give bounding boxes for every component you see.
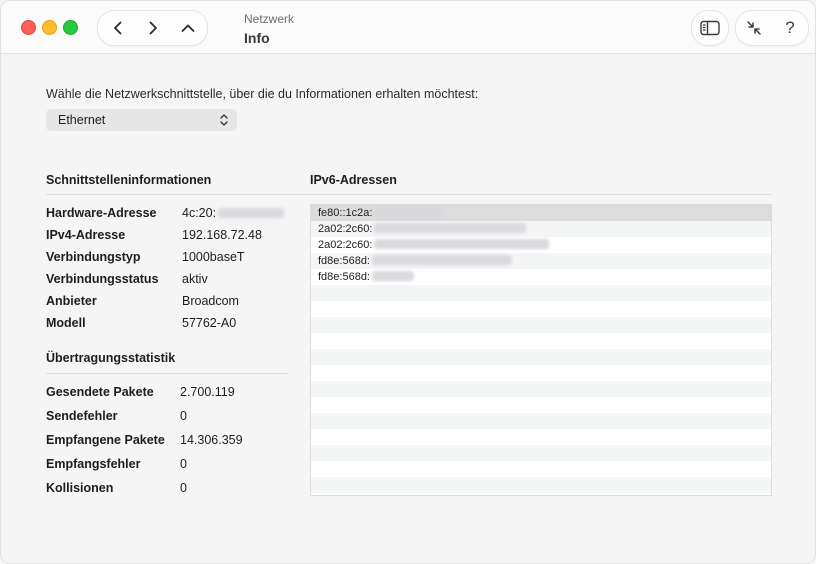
stats-label: Empfangene Pakete <box>46 433 165 447</box>
ipv6-address-row[interactable]: fe80::1c2a: <box>311 205 771 221</box>
interface-select-value: Ethernet <box>58 113 106 127</box>
info-label: Modell <box>46 316 86 330</box>
chevron-right-icon <box>149 21 157 35</box>
minimize-window-button[interactable] <box>42 20 57 35</box>
ipv6-address-row[interactable]: 2a02:2c60: <box>311 221 771 237</box>
interface-prompt: Wähle die Netzwerkschnittstelle, über di… <box>46 87 479 101</box>
back-button[interactable] <box>100 11 136 45</box>
ipv6-address-row[interactable]: fd8e:568d: <box>311 253 771 269</box>
window-title-area: Netzwerk Info <box>244 12 294 47</box>
navigation-button-group <box>97 10 208 46</box>
empty-list-row <box>311 429 771 445</box>
close-window-button[interactable] <box>21 20 36 35</box>
empty-list-row <box>311 461 771 477</box>
interface-select[interactable]: Ethernet <box>46 109 237 131</box>
help-button[interactable]: ? <box>772 11 808 45</box>
empty-list-row <box>311 349 771 365</box>
stats-value: 14.306.359 <box>180 433 243 447</box>
forward-button[interactable] <box>135 11 171 45</box>
info-label: Verbindungsstatus <box>46 272 159 286</box>
up-button[interactable] <box>170 11 206 45</box>
info-value: 1000baseT <box>182 250 245 264</box>
interface-info-heading: Schnittstelleninformationen <box>46 173 212 187</box>
empty-list-row <box>311 381 771 397</box>
sidebar-icon <box>700 20 720 36</box>
info-label: Anbieter <box>46 294 97 308</box>
chevron-up-icon <box>181 24 195 32</box>
info-label: Verbindungstyp <box>46 250 141 264</box>
up-down-chevron-icon <box>220 114 228 126</box>
empty-list-row <box>311 445 771 461</box>
empty-list-row <box>311 397 771 413</box>
empty-list-row <box>311 365 771 381</box>
empty-list-row <box>311 413 771 429</box>
info-value: Broadcom <box>182 294 239 308</box>
ipv6-heading: IPv6-Adressen <box>310 173 397 187</box>
window-subtitle: Netzwerk <box>244 12 295 26</box>
window-title: Info <box>244 30 270 46</box>
stats-label: Gesendete Pakete <box>46 385 154 399</box>
stats-divider <box>46 373 289 374</box>
ipv6-address-row[interactable]: fd8e:568d: <box>311 269 771 285</box>
redacted-mask <box>372 255 512 265</box>
redacted-mask <box>372 271 414 281</box>
empty-list-row <box>311 477 771 493</box>
info-value: 192.168.72.48 <box>182 228 262 242</box>
info-label: Hardware-Adresse <box>46 206 157 220</box>
info-value: aktiv <box>182 272 208 286</box>
stats-label: Kollisionen <box>46 481 114 495</box>
redacted-mask <box>374 207 445 217</box>
stats-value: 0 <box>180 481 187 495</box>
toolbar: Netzwerk Info ? <box>1 1 815 54</box>
empty-list-row <box>311 301 771 317</box>
empty-list-row <box>311 333 771 349</box>
help-icon: ? <box>785 18 795 37</box>
zoom-window-button[interactable] <box>63 20 78 35</box>
sidebar-toggle-button[interactable] <box>691 10 729 46</box>
info-value: 57762-A0 <box>182 316 237 330</box>
transfer-stats-heading: Übertragungsstatistik <box>46 351 176 365</box>
stats-value: 2.700.119 <box>180 385 235 399</box>
ipv6-address-row[interactable]: 2a02:2c60: <box>311 237 771 253</box>
redacted-mask <box>374 239 550 249</box>
redacted-mask <box>218 208 285 218</box>
network-utility-window: Netzwerk Info ? Wähle die Netzwerkschnit… <box>0 0 816 564</box>
empty-list-row <box>311 317 771 333</box>
info-value: 4c:20: <box>182 205 285 221</box>
stats-label: Sendefehler <box>46 409 118 423</box>
info-label: IPv4-Adresse <box>46 228 126 242</box>
ipv6-address-list[interactable]: fe80::1c2a: 2a02:2c60: 2a02:2c60: fd8e:5… <box>310 204 772 496</box>
empty-list-row <box>311 285 771 301</box>
collapse-arrows-icon <box>747 21 761 35</box>
stats-value: 0 <box>180 457 187 471</box>
toolbar-right-group: ? <box>735 10 809 46</box>
stats-label: Empfangsfehler <box>46 457 141 471</box>
section-divider <box>46 194 772 195</box>
chevron-left-icon <box>114 21 122 35</box>
redacted-mask <box>374 223 527 233</box>
stats-value: 0 <box>180 409 187 423</box>
collapse-button[interactable] <box>736 11 772 45</box>
